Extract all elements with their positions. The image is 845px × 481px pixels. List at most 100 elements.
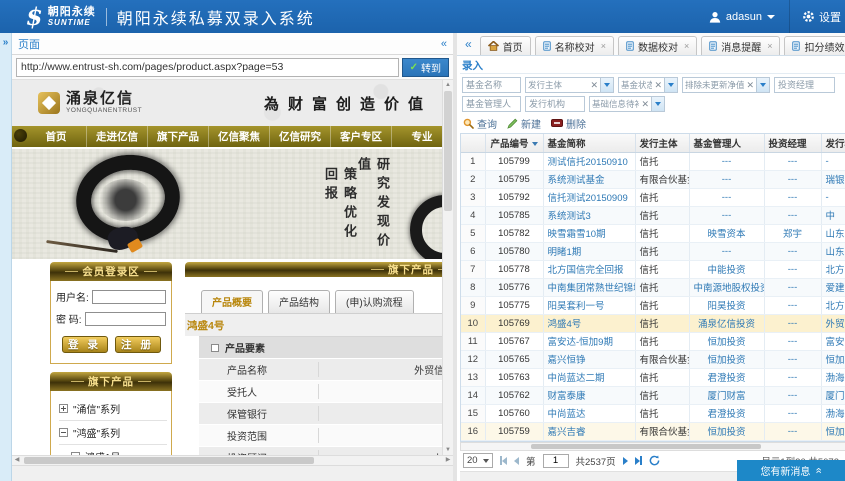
column-header-基金简称[interactable]: 基金简称	[543, 134, 635, 152]
chevron-down-icon[interactable]	[651, 97, 664, 111]
tree-item[interactable]: "涌信"系列	[59, 397, 167, 421]
close-tab-icon[interactable]: ×	[684, 41, 689, 51]
fund-name-link[interactable]: 嘉兴恒铮	[543, 350, 635, 368]
next-page-button[interactable]	[623, 457, 628, 465]
chevron-down-icon[interactable]	[600, 78, 613, 92]
table-row[interactable]: 9105775阳昊套利一号信托阳昊投资---北方	[461, 296, 845, 314]
column-header-发行机构[interactable]: 发行机构	[821, 134, 845, 152]
fund-name-link[interactable]: 中南集团常熟世纪锦城	[543, 278, 635, 296]
fund-name-link[interactable]: 测试信托20150910	[543, 152, 635, 170]
grid-scroll-thumb[interactable]	[531, 444, 761, 449]
fund-name-link[interactable]: 映雪霜雪10期	[543, 224, 635, 242]
column-header-发行主体[interactable]: 发行主体	[635, 134, 689, 152]
product-tab[interactable]: (申)认购流程	[335, 290, 414, 313]
webpage-nav-item[interactable]: 首页	[26, 126, 87, 147]
minus-box-icon[interactable]	[59, 428, 68, 437]
fund-name-link[interactable]: 中尚蓝达	[543, 404, 635, 422]
clear-icon[interactable]: ✕	[639, 100, 651, 109]
fund-name-link[interactable]: 信托测试20150909	[543, 188, 635, 206]
fund-name-link[interactable]: 中尚蓝达二期	[543, 368, 635, 386]
scroll-right-icon[interactable]: ▶	[443, 456, 453, 465]
collapse-right-icon[interactable]: «	[461, 37, 476, 51]
fund-name-link[interactable]: 明睹1期	[543, 242, 635, 260]
go-button[interactable]: ✓ 转到	[402, 58, 449, 77]
first-page-button[interactable]	[500, 456, 507, 465]
webpage-nav-item[interactable]: 专业	[392, 126, 446, 147]
clear-icon[interactable]: ✕	[588, 81, 600, 90]
close-tab-icon[interactable]: ×	[601, 41, 606, 51]
fund-name-link[interactable]: 嘉兴吉睿	[543, 422, 635, 440]
last-page-button[interactable]	[635, 456, 642, 465]
webpage-horizontal-scrollbar[interactable]: ◀ ▶	[12, 455, 453, 465]
product-tab[interactable]: 产品概要	[201, 290, 263, 313]
table-row[interactable]: 15105760中尚蓝达信托君澄投资---渤海	[461, 404, 845, 422]
plus-box-icon[interactable]	[59, 404, 68, 413]
table-row[interactable]: 13105763中尚蓝达二期信托君澄投资---渤海	[461, 368, 845, 386]
basic-pending-filter-combo[interactable]: 基础信息待补 ✕	[589, 96, 665, 112]
prev-page-button[interactable]	[514, 457, 519, 465]
page-size-select[interactable]: 20	[463, 453, 493, 468]
user-menu[interactable]: adasun	[695, 0, 789, 33]
register-button[interactable]: 注 册	[115, 336, 161, 353]
webpage-username-input[interactable]	[92, 290, 166, 304]
table-row[interactable]: 12105765嘉兴恒铮有限合伙基金恒加投资---恒加	[461, 350, 845, 368]
issue-org-filter-input[interactable]	[525, 96, 585, 112]
query-button[interactable]: 查询	[463, 116, 497, 131]
clear-icon[interactable]: ✕	[744, 81, 756, 90]
workspace-tab-消息提醒[interactable]: 消息提醒×	[701, 36, 780, 55]
login-button[interactable]: 登 录	[62, 336, 108, 353]
fund-name-filter-input[interactable]	[462, 77, 521, 93]
left-expander-rail[interactable]: »	[0, 33, 12, 481]
invest-manager-filter-input[interactable]	[774, 77, 835, 93]
webpage-password-input[interactable]	[85, 312, 166, 326]
page-tab-label[interactable]: 页面	[18, 36, 40, 52]
table-row[interactable]: 8105776中南集团常熟世纪锦城信托中南源地股权投资---爱建	[461, 278, 845, 296]
webpage-nav-item[interactable]: 旗下产品	[148, 126, 209, 147]
fund-name-link[interactable]: 鸿盛4号	[543, 314, 635, 332]
create-button[interactable]: 新建	[507, 116, 541, 131]
table-row[interactable]: 3105792信托测试20150909信托-------	[461, 188, 845, 206]
table-row[interactable]: 10105769鸿盛4号信托涌泉亿信投资---外贸	[461, 314, 845, 332]
webpage-nav-item[interactable]: 亿信研究	[270, 126, 331, 147]
grid-horizontal-scrollbar[interactable]	[460, 442, 845, 451]
webpage-nav-item[interactable]: 亿信聚焦	[209, 126, 270, 147]
column-header-产品编号[interactable]: 产品编号	[485, 134, 543, 152]
webpage-vertical-scrollbar[interactable]: ▲ ▼	[442, 80, 453, 455]
url-input[interactable]	[16, 58, 399, 77]
webpage-nav-item[interactable]: 客户专区	[331, 126, 392, 147]
vertical-scroll-thumb[interactable]	[444, 91, 452, 211]
exclude-nav-filter-combo[interactable]: 排除未更新净值基金 ✕	[682, 77, 770, 93]
table-row[interactable]: 4105785系统测试3信托------中	[461, 206, 845, 224]
settings-button[interactable]: 设置	[790, 0, 845, 33]
new-message-notification[interactable]: 您有新消息 «	[737, 460, 845, 481]
workspace-tab-名称校对[interactable]: 名称校对×	[535, 36, 614, 55]
tree-item[interactable]: "鸿盛"系列	[59, 421, 167, 445]
horizontal-scroll-thumb[interactable]	[24, 457, 314, 464]
column-header-投资经理[interactable]: 投资经理	[764, 134, 821, 152]
fund-name-link[interactable]: 北方国信完全回报	[543, 260, 635, 278]
tree-item[interactable]: 鸿盛1号	[59, 445, 167, 455]
fund-name-link[interactable]: 系统测试基金	[543, 170, 635, 188]
workspace-tab-首页[interactable]: 首页	[480, 36, 531, 55]
scroll-up-icon[interactable]: ▲	[443, 80, 453, 90]
column-header-基金管理人[interactable]: 基金管理人	[689, 134, 764, 152]
table-row[interactable]: 6105780明睹1期信托------山东	[461, 242, 845, 260]
table-row[interactable]: 14105762财富泰康信托厦门财富---厦门	[461, 386, 845, 404]
fund-admin-filter-input[interactable]	[462, 96, 521, 112]
product-tab[interactable]: 产品结构	[268, 290, 330, 313]
scroll-left-icon[interactable]: ◀	[12, 456, 22, 465]
workspace-tab-扣分绩效统计[interactable]: 扣分绩效统计×	[784, 36, 845, 55]
table-row[interactable]: 11105767富安达-恒加9期信托恒加投资---富安	[461, 332, 845, 350]
fund-name-link[interactable]: 富安达-恒加9期	[543, 332, 635, 350]
table-row[interactable]: 2105795系统测试基金有限合伙基金------瑞银	[461, 170, 845, 188]
webpage-nav-item[interactable]: 走进亿信	[87, 126, 148, 147]
table-row[interactable]: 5105782映雪霜雪10期信托映雪资本郑宇山东	[461, 224, 845, 242]
scroll-down-icon[interactable]: ▼	[443, 445, 453, 455]
fund-name-link[interactable]: 财富泰康	[543, 386, 635, 404]
table-row[interactable]: 1105799测试信托20150910信托-------	[461, 152, 845, 170]
workspace-tab-数据校对[interactable]: 数据校对×	[618, 36, 697, 55]
clear-icon[interactable]: ✕	[652, 81, 664, 90]
issuer-filter-combo[interactable]: 发行主体 ✕	[525, 77, 614, 93]
close-tab-icon[interactable]: ×	[767, 41, 772, 51]
fund-status-filter-combo[interactable]: 基金状态 ✕	[618, 77, 678, 93]
